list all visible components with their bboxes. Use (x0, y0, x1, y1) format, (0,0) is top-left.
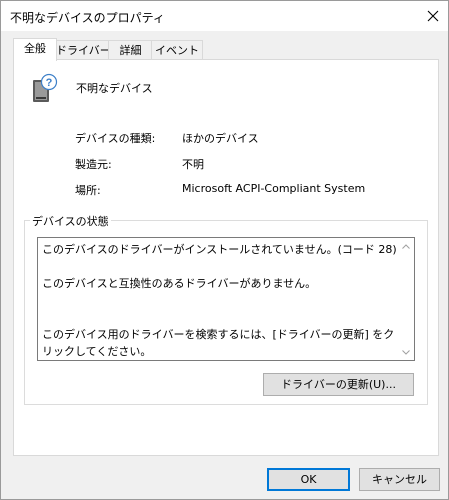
cancel-button[interactable]: キャンセル (359, 468, 440, 491)
title-bar[interactable]: 不明なデバイスのプロパティ (1, 1, 448, 31)
tab-details[interactable]: 詳細 (108, 40, 153, 60)
close-icon (427, 10, 439, 22)
scroll-up-button[interactable] (398, 238, 414, 254)
device-type-label: デバイスの種類: (75, 132, 156, 145)
location-value: Microsoft ACPI-Compliant System (182, 182, 366, 195)
chevron-up-icon (402, 243, 410, 249)
general-tab-panel: ? 不明なデバイス デバイスの種類: ほかのデバイス 製造元: 不明 場所: M… (13, 59, 439, 456)
scroll-down-button[interactable] (398, 344, 414, 360)
manufacturer-label: 製造元: (75, 158, 112, 171)
window-title: 不明なデバイスのプロパティ (10, 11, 165, 25)
device-status-textbox[interactable]: このデバイスのドライバーがインストールされていません。(コード 28) このデバ… (37, 237, 415, 361)
close-button[interactable] (418, 1, 448, 31)
ok-button[interactable]: OK (267, 468, 350, 491)
tab-general[interactable]: 全般 (13, 38, 57, 61)
properties-dialog: 不明なデバイスのプロパティ 全般 ドライバー 詳細 イベント ? 不明なデバイス… (0, 0, 449, 500)
tab-driver[interactable]: ドライバー (55, 40, 111, 60)
update-driver-button[interactable]: ドライバーの更新(U)... (263, 373, 414, 396)
status-scrollbar[interactable] (398, 238, 414, 360)
tab-events[interactable]: イベント (151, 40, 203, 60)
device-status-label: デバイスの状態 (30, 213, 111, 229)
device-status-text: このデバイスのドライバーがインストールされていません。(コード 28) このデバ… (42, 243, 397, 358)
device-status-group: デバイスの状態 このデバイスのドライバーがインストールされていません。(コード … (24, 213, 428, 405)
device-type-value: ほかのデバイス (182, 132, 259, 145)
location-label: 場所: (75, 184, 101, 197)
device-name: 不明なデバイス (76, 82, 153, 95)
unknown-device-icon: ? (33, 73, 58, 102)
manufacturer-value: 不明 (182, 158, 204, 171)
chevron-down-icon (402, 349, 410, 355)
svg-text:?: ? (46, 77, 53, 89)
